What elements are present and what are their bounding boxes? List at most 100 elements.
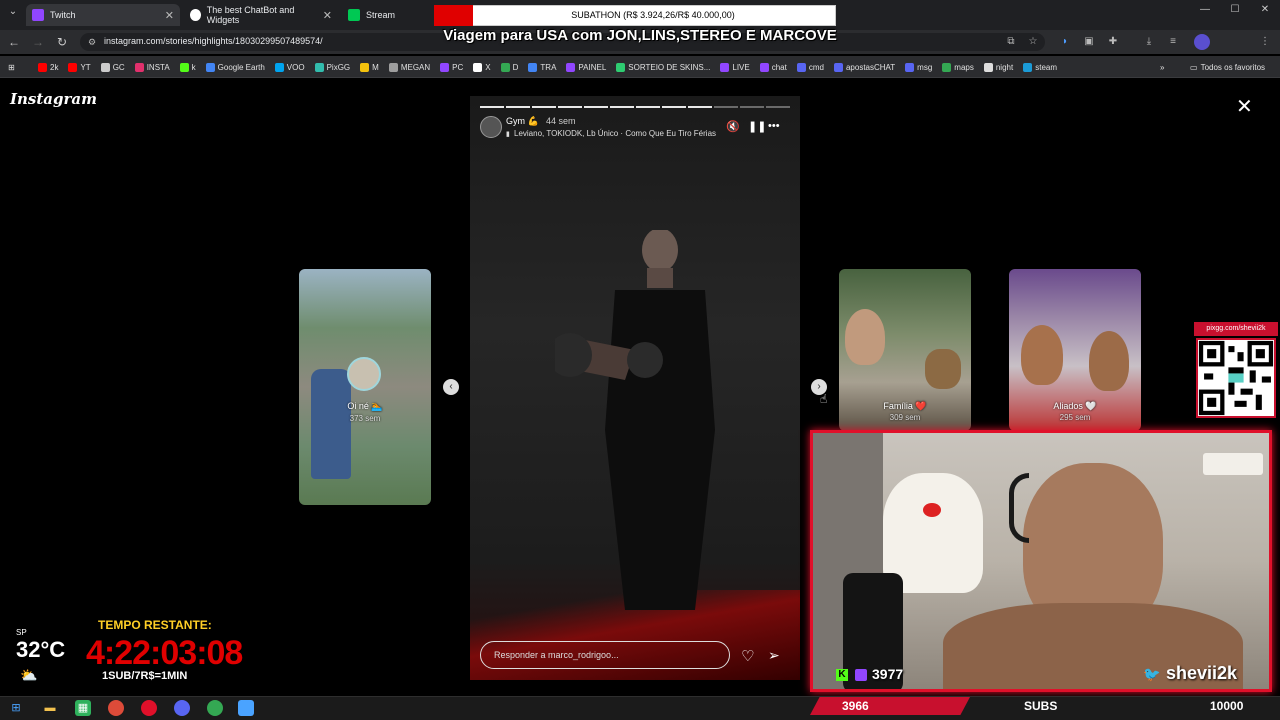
instagram-logo[interactable]: Instagram — [10, 90, 97, 108]
story-card-next-2[interactable]: Aliados 🤍 295 sem — [1009, 269, 1141, 431]
bookmark-item[interactable]: cmd — [796, 60, 824, 74]
bookmark-item[interactable]: night — [983, 60, 1014, 74]
bookmark-item[interactable]: maps — [942, 60, 974, 74]
kick-icon: K — [836, 669, 848, 681]
bookmark-item[interactable]: chat — [759, 60, 787, 74]
tab-chatbot[interactable]: The best ChatBot and Widgets ✕ — [184, 4, 338, 26]
bookmark-label: steam — [1035, 62, 1058, 72]
mute-icon[interactable]: 🔇 — [726, 120, 740, 133]
bookmark-label: PAINEL — [578, 62, 607, 72]
bookmark-icon — [38, 62, 47, 72]
story-card-prev[interactable]: Oi né 🏊 373 sem — [299, 269, 431, 505]
story-avatar[interactable] — [480, 116, 502, 138]
bookmark-item[interactable]: VOO — [274, 60, 305, 74]
reply-placeholder: Responder a marco_rodrigoo... — [494, 650, 619, 660]
obs-icon[interactable] — [174, 700, 190, 716]
bookmark-item[interactable]: TRA — [528, 60, 556, 74]
bookmark-item[interactable]: SORTEIO DE SKINS... — [616, 60, 710, 74]
bookmark-item[interactable]: Google Earth — [205, 60, 265, 74]
chevron-right-icon[interactable]: » — [1160, 60, 1164, 74]
site-info-icon[interactable]: ⚙ — [88, 37, 96, 48]
bookmark-icon — [759, 62, 769, 72]
highlight-time: 373 sem — [349, 414, 381, 423]
close-icon[interactable]: ✕ — [323, 9, 332, 22]
bookmark-icon — [360, 62, 370, 72]
bookmark-icon — [528, 62, 538, 72]
forward-icon[interactable]: → — [30, 34, 46, 50]
story-progress-segment — [662, 106, 686, 108]
extensions-puzzle-icon[interactable]: ✚ — [1106, 35, 1120, 49]
story-progress-segment — [740, 106, 764, 108]
bookmark-item[interactable]: MEGAN — [388, 60, 430, 74]
close-icon[interactable]: ✕ — [165, 9, 174, 22]
menu-icon[interactable]: ⋮ — [1258, 35, 1272, 49]
bookmark-item[interactable]: msg — [905, 60, 932, 74]
extension-icon[interactable]: ▣ — [1082, 35, 1096, 49]
bookmark-label: INSTA — [146, 62, 170, 72]
bookmark-item[interactable]: YT — [68, 60, 91, 74]
story-music[interactable]: Leviano, TOKIODK, Lb Único · Como Que Eu… — [514, 129, 716, 138]
bookmark-icon — [179, 62, 189, 72]
windows-start-icon[interactable]: ⊞ — [8, 700, 24, 716]
maximize-icon[interactable]: ☐ — [1226, 4, 1244, 20]
bookmark-star-icon[interactable]: ☆ — [1026, 35, 1040, 49]
bookmark-item[interactable]: INSTA — [134, 60, 170, 74]
more-options-icon[interactable]: ••• — [768, 120, 780, 132]
download-icon[interactable]: ⤓ — [1142, 35, 1156, 49]
back-icon[interactable]: ← — [6, 34, 22, 50]
url-text[interactable]: instagram.com/stories/highlights/1803029… — [104, 36, 323, 46]
bookmark-icon — [500, 62, 510, 72]
apps-icon[interactable]: ⊞ — [8, 60, 15, 74]
bookmark-item[interactable]: PixGG — [314, 60, 350, 74]
bookmark-item[interactable]: apostasCHAT — [833, 60, 895, 74]
calendar-app-icon[interactable]: ▦ — [75, 700, 91, 716]
bookmark-icon — [833, 62, 843, 72]
profile-avatar[interactable] — [1194, 34, 1210, 50]
story-photo — [555, 230, 715, 610]
tab-stream[interactable]: Stream — [342, 4, 422, 26]
tab-search-icon[interactable]: ⌄ — [4, 6, 22, 22]
bookmark-label: D — [512, 62, 519, 72]
pause-icon[interactable]: ❚❚ — [748, 120, 766, 133]
like-heart-icon[interactable]: ♡ — [741, 647, 754, 665]
bookmark-item[interactable]: M — [360, 60, 379, 74]
extension-icon[interactable]: ◗ — [1058, 35, 1072, 49]
reading-list-icon[interactable]: ≡ — [1166, 35, 1180, 49]
bookmark-icon — [440, 62, 450, 72]
opera-icon[interactable] — [141, 700, 157, 716]
bookmark-icon — [905, 62, 915, 72]
install-app-icon[interactable]: ⧉ — [1004, 35, 1018, 49]
close-story-button[interactable]: ✕ — [1236, 94, 1253, 119]
bookmark-item[interactable]: k — [179, 60, 196, 74]
app-icon[interactable] — [238, 700, 254, 716]
bookmark-item[interactable]: 2k — [38, 60, 58, 74]
minimize-icon[interactable]: — — [1196, 4, 1214, 20]
reload-icon[interactable]: ↻ — [54, 34, 70, 50]
bookmark-item[interactable]: GC — [100, 60, 125, 74]
bookmark-item[interactable]: X — [473, 60, 491, 74]
bookmark-label: night — [995, 62, 1014, 72]
window-close-icon[interactable]: ✕ — [1256, 4, 1274, 20]
subathon-text: SUBATHON (R$ 3.924,26/R$ 40.000,00) — [571, 10, 735, 20]
webcam-frame — [810, 430, 1272, 692]
bookmark-label: VOO — [286, 62, 305, 72]
share-send-icon[interactable]: ➢ — [768, 647, 780, 664]
bookmark-item[interactable]: PC — [440, 60, 463, 74]
bookmark-folder[interactable]: ▭ Todos os favoritos — [1190, 60, 1265, 74]
bookmark-item[interactable]: PAINEL — [566, 60, 606, 74]
chrome-icon[interactable] — [108, 700, 124, 716]
story-title[interactable]: Gym 💪 — [506, 116, 539, 127]
chrome-active-icon[interactable] — [207, 700, 223, 716]
story-progress-segment — [532, 106, 556, 108]
highlight-title: Família ❤️ — [883, 401, 927, 411]
bookmark-item[interactable]: D — [500, 60, 519, 74]
bookmark-item[interactable]: steam — [1023, 60, 1057, 74]
photo-figure — [1089, 331, 1129, 391]
previous-story-button[interactable]: ‹ — [443, 379, 459, 395]
bookmark-icon — [388, 62, 398, 72]
bookmark-item[interactable]: LIVE — [720, 60, 750, 74]
story-progress-segment — [506, 106, 530, 108]
story-card-next-1[interactable]: Família ❤️ 309 sem — [839, 269, 971, 431]
file-explorer-icon[interactable]: ▬ — [42, 700, 58, 716]
tab-twitch[interactable]: Twitch ✕ — [26, 4, 180, 26]
